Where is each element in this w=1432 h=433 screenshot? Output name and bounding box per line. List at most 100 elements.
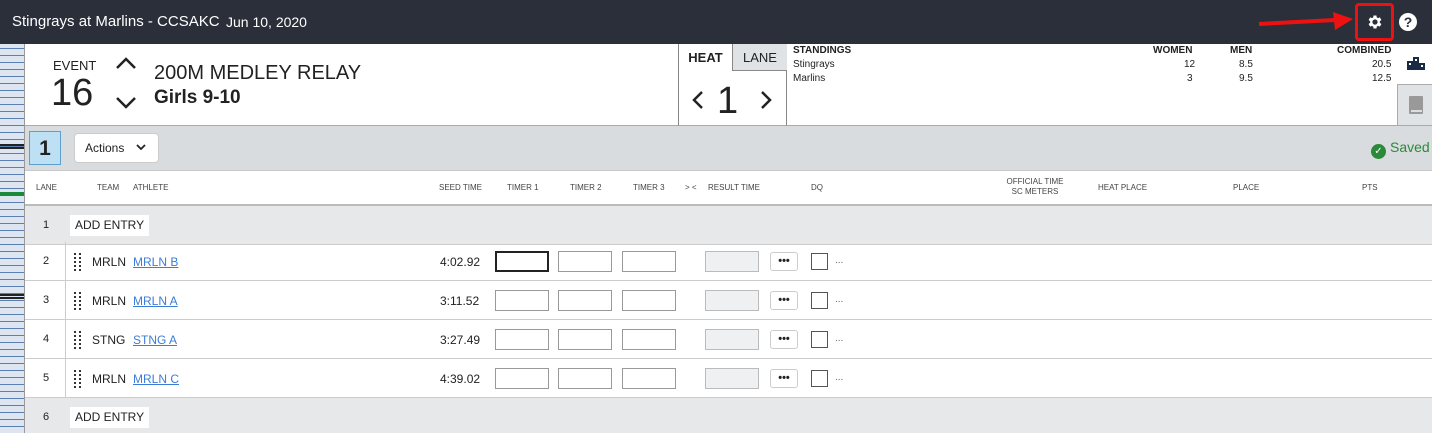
event-number: 16 <box>51 72 94 114</box>
dq-more[interactable]: ... <box>835 372 843 383</box>
dq-checkbox[interactable] <box>811 331 828 348</box>
timer-2-input[interactable] <box>558 251 612 272</box>
standings-women: 3 <box>1187 73 1193 84</box>
col-lane: LANE <box>36 183 57 192</box>
navigator-line <box>0 174 24 175</box>
timer-1-input[interactable] <box>495 368 549 389</box>
navigator-line <box>0 167 24 168</box>
help-icon[interactable]: ? <box>1399 13 1417 31</box>
result-time-field <box>705 251 759 272</box>
standings-women: 12 <box>1184 59 1196 70</box>
event-header: EVENT 16 200M MEDLEY RELAY Girls 9-10 <box>25 44 678 126</box>
athlete-link[interactable]: MRLN A <box>133 294 178 308</box>
lane-number: 4 <box>43 333 50 345</box>
col-swap[interactable]: > < <box>685 183 697 192</box>
chevron-down-icon[interactable] <box>114 94 138 112</box>
navigator-line <box>0 265 24 266</box>
timer-3-input[interactable] <box>622 368 676 389</box>
col-timer-2: TIMER 2 <box>570 183 602 192</box>
timer-3-input[interactable] <box>622 329 676 350</box>
timer-1-input[interactable] <box>495 290 549 311</box>
event-name: 200M MEDLEY RELAY <box>154 62 362 84</box>
navigator-line <box>0 237 24 238</box>
chevron-left-icon[interactable] <box>691 90 705 110</box>
book-icon <box>1409 96 1423 114</box>
chevron-up-icon[interactable] <box>114 54 138 72</box>
dq-checkbox[interactable] <box>811 292 828 309</box>
navigator-line <box>0 384 24 385</box>
navigator-line <box>0 216 24 217</box>
standings-combined: 12.5 <box>1372 73 1392 84</box>
event-navigator-strip[interactable] <box>0 44 25 433</box>
timer-2-input[interactable] <box>558 329 612 350</box>
navigator-line <box>0 83 24 84</box>
more-button[interactable]: ••• <box>770 369 798 388</box>
navigator-line <box>0 321 24 322</box>
tab-lane[interactable]: LANE <box>732 44 787 71</box>
heat-selector[interactable]: 1 <box>29 131 61 165</box>
actions-dropdown[interactable]: Actions <box>74 133 159 163</box>
event-group: Girls 9-10 <box>154 87 241 108</box>
standings-team: Stingrays <box>793 59 835 70</box>
lane-number: 5 <box>43 372 50 384</box>
timer-2-input[interactable] <box>558 290 612 311</box>
navigator-line <box>0 55 24 56</box>
table-row: 2 MRLN MRLN B 4:02.92 ••• ... <box>25 242 1432 281</box>
navigator-line <box>0 244 24 245</box>
athlete-link[interactable]: STNG A <box>133 333 177 347</box>
navigator-line <box>0 90 24 91</box>
navigator-line <box>0 111 24 112</box>
table-row: 1 ADD ENTRY <box>25 206 1432 245</box>
navigator-marker <box>0 294 24 296</box>
dq-more[interactable]: ... <box>835 333 843 344</box>
lane-number: 6 <box>43 411 50 423</box>
dq-checkbox[interactable] <box>811 253 828 270</box>
table-row: 5 MRLN MRLN C 4:39.02 ••• ... <box>25 359 1432 398</box>
divider <box>65 320 66 359</box>
timer-2-input[interactable] <box>558 368 612 389</box>
save-status-label: Saved <box>1390 139 1430 155</box>
athlete-link[interactable]: MRLN C <box>133 372 179 386</box>
drag-handle-icon[interactable] <box>74 292 82 310</box>
navigator-line <box>0 118 24 119</box>
team-code: MRLN <box>92 372 127 386</box>
lane-number: 3 <box>43 294 50 306</box>
standings-men: 8.5 <box>1239 59 1253 70</box>
navigator-line <box>0 251 24 252</box>
navigator-line <box>0 230 24 231</box>
timer-1-input[interactable] <box>495 329 549 350</box>
timer-3-input[interactable] <box>622 251 676 272</box>
navigator-line <box>0 314 24 315</box>
dq-checkbox[interactable] <box>811 370 828 387</box>
settings-button[interactable] <box>1355 3 1394 41</box>
drag-handle-icon[interactable] <box>74 331 82 349</box>
navigator-line <box>0 412 24 413</box>
podium-icon[interactable] <box>1406 54 1426 70</box>
dq-more[interactable]: ... <box>835 255 843 266</box>
navigator-line <box>0 223 24 224</box>
navigator-line <box>0 377 24 378</box>
timer-3-input[interactable] <box>622 290 676 311</box>
more-button[interactable]: ••• <box>770 252 798 271</box>
red-arrow-icon <box>1258 12 1353 30</box>
timer-1-input[interactable] <box>495 251 549 272</box>
navigator-line <box>0 349 24 350</box>
actions-label: Actions <box>85 141 125 155</box>
more-button[interactable]: ••• <box>770 330 798 349</box>
tab-heat[interactable]: HEAT <box>679 44 732 71</box>
dq-more[interactable]: ... <box>835 294 843 305</box>
event-label: EVENT <box>53 58 97 73</box>
add-entry-button[interactable]: ADD ENTRY <box>70 215 150 236</box>
men-header: MEN <box>1230 45 1253 56</box>
drag-handle-icon[interactable] <box>74 370 82 388</box>
athlete-link[interactable]: MRLN B <box>133 255 178 269</box>
book-tab[interactable] <box>1397 84 1432 125</box>
standings-team: Marlins <box>793 73 826 84</box>
seed-time: 3:11.52 <box>440 294 480 308</box>
lane-number: 2 <box>43 255 50 267</box>
chevron-right-icon[interactable] <box>759 90 773 110</box>
add-entry-button[interactable]: ADD ENTRY <box>70 407 150 428</box>
divider <box>65 281 66 320</box>
more-button[interactable]: ••• <box>770 291 798 310</box>
drag-handle-icon[interactable] <box>74 253 82 271</box>
